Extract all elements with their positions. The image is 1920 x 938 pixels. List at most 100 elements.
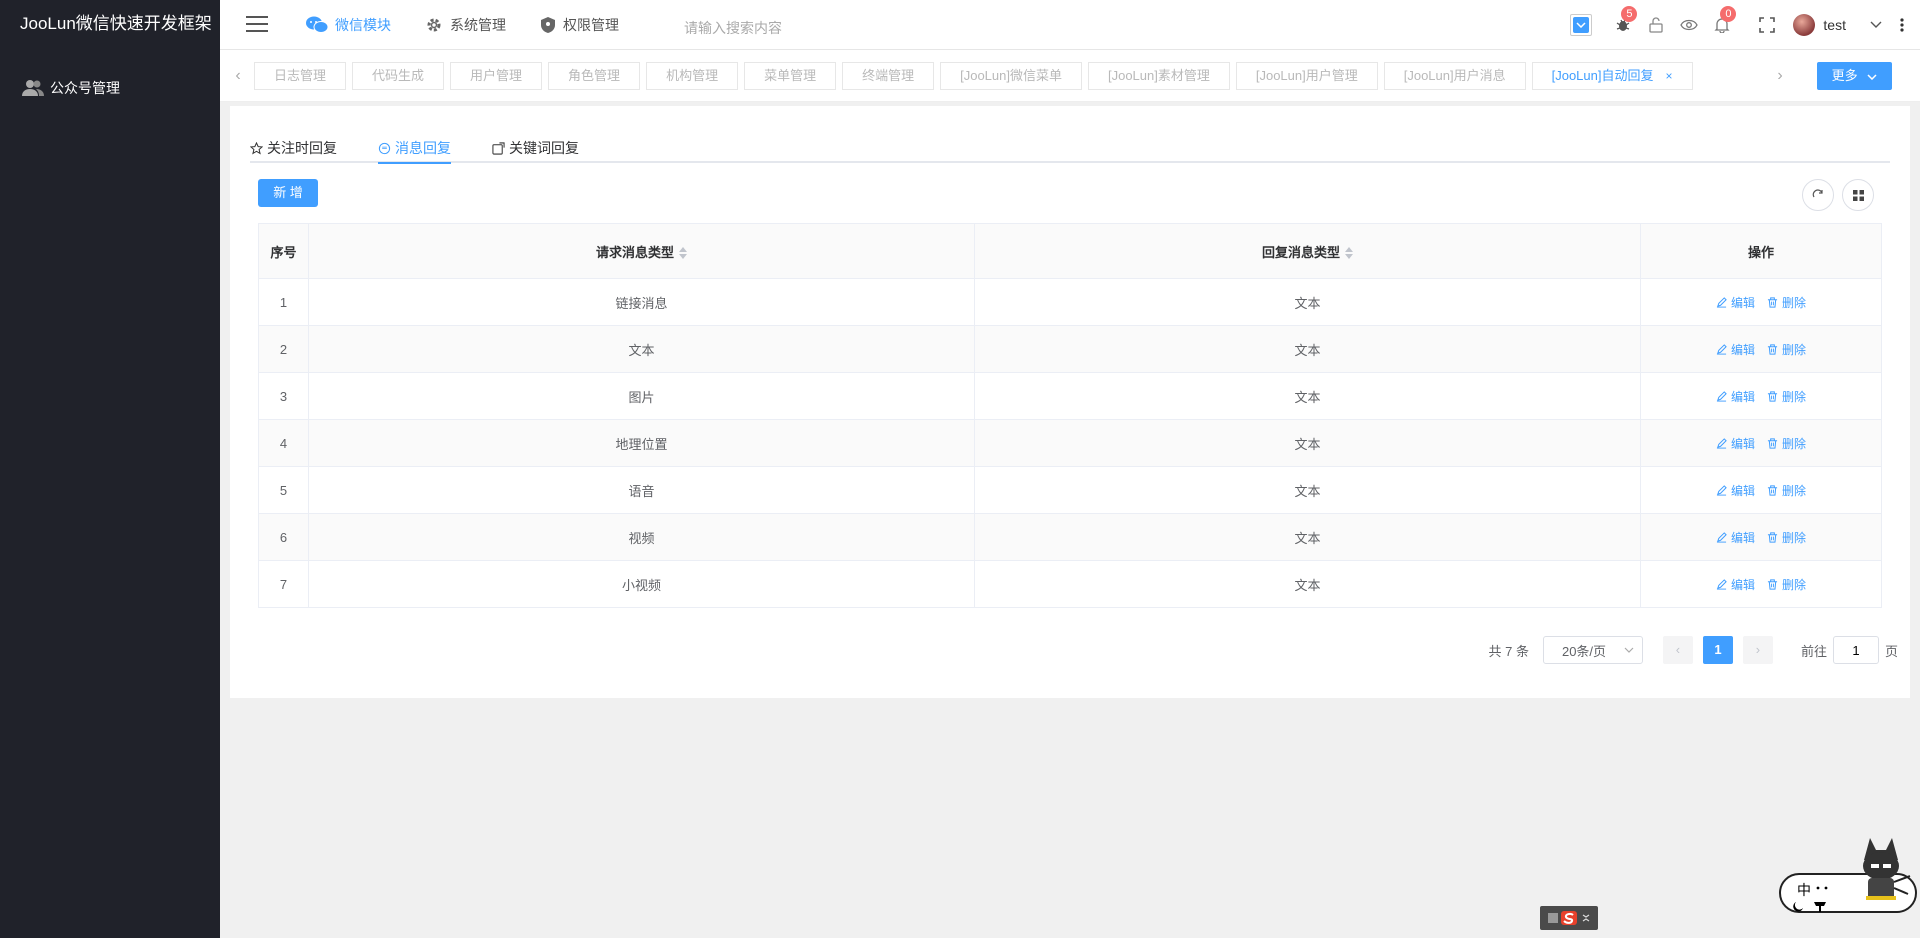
fullscreen-icon [1759, 17, 1775, 33]
page-number-button[interactable]: 1 [1702, 636, 1733, 664]
delete-button[interactable]: 删除 [1767, 529, 1806, 546]
header-label: 请求消息类型 [595, 244, 674, 260]
delete-label: 删除 [1782, 483, 1807, 498]
refresh-button[interactable] [1802, 179, 1834, 211]
tab-terminal-management[interactable]: 终端管理 [842, 62, 935, 90]
cell-request-type: 地理位置 [308, 419, 975, 467]
tab-log-management[interactable]: 日志管理 [254, 62, 347, 90]
tab-close-icon[interactable]: × [1665, 69, 1672, 83]
preview-button[interactable] [1672, 0, 1705, 50]
tab-material-management[interactable]: [JooLun]素材管理 [1087, 62, 1230, 90]
more-options-button[interactable] [1892, 0, 1912, 50]
user-menu[interactable]: test [1793, 14, 1882, 36]
edit-button[interactable]: 编辑 [1716, 435, 1755, 452]
tab-wx-user-management[interactable]: [JooLun]用户管理 [1235, 62, 1378, 90]
delete-label: 删除 [1782, 530, 1807, 545]
sidebar: JooLun微信快速开发框架 公众号管理 [0, 0, 220, 938]
delete-button[interactable]: 删除 [1767, 435, 1806, 452]
cell-actions: 编辑 删除 [1640, 513, 1882, 561]
topnav-wechat-module[interactable]: 微信模块 [306, 15, 391, 35]
search-input[interactable] [684, 17, 884, 39]
tab-label: 用户管理 [470, 68, 523, 83]
delete-button[interactable]: 删除 [1767, 341, 1806, 358]
prev-page-button[interactable]: ‹ [1662, 636, 1693, 664]
col-header-request-type[interactable]: 请求消息类型 [308, 223, 975, 279]
edit-button[interactable]: 编辑 [1716, 576, 1755, 593]
sort-icon[interactable] [679, 247, 687, 260]
cell-actions: 编辑 删除 [1640, 278, 1882, 326]
more-tabs-button[interactable]: 更多 [1817, 62, 1892, 90]
tab-auto-reply[interactable]: [JooLun]自动回复 × [1531, 62, 1693, 90]
tab-follow-reply[interactable]: 关注时回复 [250, 134, 337, 162]
edit-label: 编辑 [1730, 295, 1755, 310]
sidebar-item-official-accounts[interactable]: 公众号管理 [0, 68, 220, 108]
sort-icon[interactable] [1345, 247, 1353, 260]
auto-reply-table: 序号 请求消息类型 回复消息类型 操作 1 链接消息 文本 编辑 删除 2 文本 文本 编辑 删除… [258, 223, 1882, 608]
mascot-icon: 中 [1779, 838, 1917, 913]
col-header-actions: 操作 [1640, 223, 1882, 279]
add-button[interactable]: 新 增 [258, 179, 318, 207]
delete-button[interactable]: 删除 [1767, 576, 1806, 593]
ime-toolbar[interactable] [1540, 906, 1598, 930]
bug-report-button[interactable]: 5 [1606, 0, 1639, 50]
cell-actions: 编辑 删除 [1640, 560, 1882, 608]
tab-label: 角色管理 [568, 68, 621, 83]
topnav-system-management[interactable]: 系统管理 [425, 15, 506, 35]
tab-keyword-reply[interactable]: 关键词回复 [492, 134, 579, 162]
cell-reply-type: 文本 [974, 325, 1641, 373]
ime-mascot-widget[interactable]: 中 [1778, 830, 1918, 914]
edit-icon [1716, 343, 1727, 355]
tab-code-generation[interactable]: 代码生成 [352, 62, 445, 90]
menu-toggle-icon[interactable] [246, 16, 268, 34]
cell-index: 3 [258, 372, 309, 420]
edit-button[interactable]: 编辑 [1716, 341, 1755, 358]
next-page-button[interactable]: › [1742, 636, 1773, 664]
goto-page: 前往 页 [1801, 636, 1898, 664]
edit-button[interactable]: 编辑 [1716, 294, 1755, 311]
eye-icon [1680, 19, 1698, 31]
dropdown-select-box[interactable] [1570, 14, 1593, 36]
fullscreen-button[interactable] [1750, 0, 1783, 50]
goto-page-input[interactable] [1832, 636, 1879, 664]
edit-box-icon [492, 141, 505, 155]
cell-index: 5 [258, 466, 309, 514]
tabs-scroll-left-icon[interactable]: ‹ [228, 64, 248, 88]
page-size-select[interactable]: 20条/页 [1542, 636, 1643, 664]
cell-reply-type: 文本 [974, 419, 1641, 467]
col-header-reply-type[interactable]: 回复消息类型 [974, 223, 1641, 279]
header-tools: 5 0 test [1570, 0, 1920, 50]
tab-user-management[interactable]: 用户管理 [450, 62, 543, 90]
tab-menu-management[interactable]: 菜单管理 [744, 62, 837, 90]
topnav-permission-management[interactable]: 权限管理 [540, 15, 619, 35]
edit-button[interactable]: 编辑 [1716, 388, 1755, 405]
tab-user-messages[interactable]: [JooLun]用户消息 [1383, 62, 1526, 90]
tab-org-management[interactable]: 机构管理 [646, 62, 739, 90]
tab-label: 日志管理 [274, 68, 327, 83]
tab-role-management[interactable]: 角色管理 [548, 62, 641, 90]
lock-screen-button[interactable] [1639, 0, 1672, 50]
column-toggle-button[interactable] [1842, 179, 1874, 211]
page-size-value: 20条/页 [1561, 643, 1607, 659]
tab-wechat-menu[interactable]: [JooLun]微信菜单 [940, 62, 1082, 90]
chevron-down-icon [1867, 74, 1877, 81]
edit-button[interactable]: 编辑 [1716, 482, 1755, 499]
reply-type-tabs: 关注时回复 消息回复 关键词回复 [250, 106, 1890, 164]
edit-button[interactable]: 编辑 [1716, 529, 1755, 546]
edit-icon [1716, 437, 1727, 449]
edit-icon [1716, 296, 1727, 308]
tab-message-reply[interactable]: 消息回复 [378, 134, 451, 164]
trash-icon [1767, 578, 1778, 590]
tab-label: 终端管理 [862, 68, 915, 83]
tabs-scroll-right-icon[interactable]: › [1770, 64, 1790, 88]
ime-char: 中 [1797, 883, 1811, 899]
delete-button[interactable]: 删除 [1767, 388, 1806, 405]
delete-button[interactable]: 删除 [1767, 482, 1806, 499]
notifications-button[interactable]: 0 [1705, 0, 1738, 50]
sogou-ime-icon [1548, 911, 1590, 925]
edit-label: 编辑 [1730, 483, 1755, 498]
subtab-label: 消息回复 [395, 140, 451, 156]
delete-button[interactable]: 删除 [1767, 294, 1806, 311]
cell-request-type: 语音 [308, 466, 975, 514]
top-header: 微信模块 系统管理 权限管理 5 0 t [220, 0, 1920, 50]
notification-count-badge: 0 [1720, 6, 1737, 22]
